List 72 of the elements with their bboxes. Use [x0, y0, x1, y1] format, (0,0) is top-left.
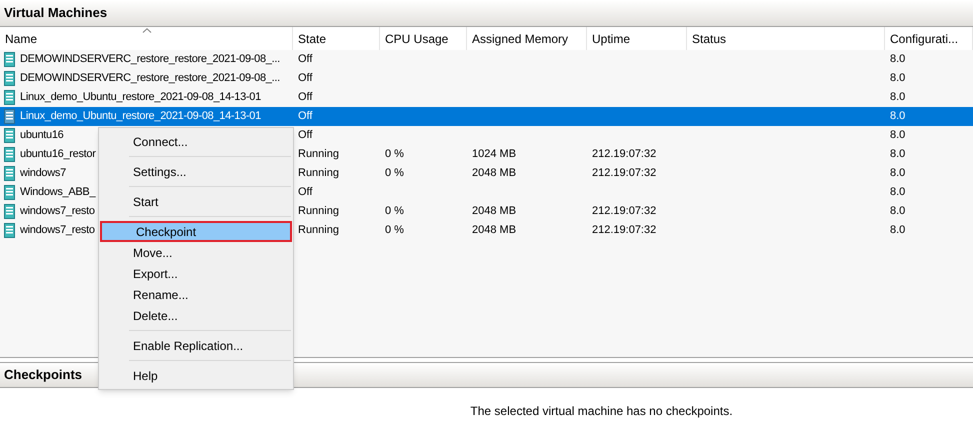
menu-item[interactable]: Rename...: [99, 284, 293, 305]
menu-item[interactable]: Connect...: [99, 131, 293, 152]
server-icon: [4, 223, 15, 238]
empty-message: The selected virtual machine has no checkpoints.: [470, 403, 733, 420]
column-header[interactable]: CPU Usage: [380, 27, 467, 50]
table-cell-text: 2048 MB: [472, 223, 516, 238]
table-cell-text: 8.0: [890, 204, 906, 220]
table-cell-text: Running: [298, 147, 339, 162]
table-cell-text: 1024 MB: [472, 147, 516, 162]
column-header[interactable]: Configurati...: [885, 27, 973, 50]
table-cell-text: 8.0: [890, 128, 906, 144]
table-cell-text: 212.19:07:32: [592, 147, 656, 162]
server-icon: [4, 166, 15, 181]
table-cell-text: windows7_resto: [20, 204, 95, 220]
table-cell-text: Off: [298, 71, 312, 86]
table-cell-text: 0 %: [385, 147, 404, 162]
table-cell-text: 8.0: [890, 147, 906, 162]
server-icon: [4, 71, 15, 86]
column-header[interactable]: Status: [687, 27, 885, 50]
table-cell-text: 0 %: [385, 204, 404, 220]
table-cell-text: Running: [298, 204, 339, 220]
server-icon: [4, 52, 15, 67]
table-cell-text: 8.0: [890, 166, 906, 182]
table-cell-text: 8.0: [890, 109, 906, 124]
table-cell-text: 8.0: [890, 71, 906, 86]
table-cell-text: windows7: [20, 166, 66, 182]
column-header[interactable]: State: [293, 27, 380, 50]
menu-item[interactable]: Help: [99, 365, 293, 386]
server-icon: [4, 147, 15, 162]
table-cell-text: Linux_demo_Ubuntu_restore_2021-09-08_14-13-01: [20, 109, 261, 124]
table-cell-text: Running: [298, 166, 339, 182]
panel-title: Checkpoints: [4, 366, 82, 384]
table-cell-text: 8.0: [890, 185, 906, 200]
table-cell-text: Off: [298, 109, 312, 124]
menu-item[interactable]: Delete...: [99, 305, 293, 326]
panel-title: Virtual Machines: [4, 4, 108, 22]
table-cell-text: 8.0: [890, 90, 906, 106]
table-cell-text: Off: [298, 185, 312, 200]
table-cell-text: windows7_resto: [20, 223, 95, 238]
column-header[interactable]: Name: [0, 27, 293, 50]
menu-item[interactable]: Enable Replication...: [99, 335, 293, 356]
table-cell-text: Windows_ABB_: [20, 185, 96, 200]
server-icon: [4, 185, 15, 200]
table-cell-text: 212.19:07:32: [592, 166, 656, 182]
menu-item[interactable]: Settings...: [99, 161, 293, 182]
server-icon: [4, 109, 15, 124]
server-icon: [4, 90, 15, 105]
table-cell-text: Off: [298, 90, 312, 106]
table-cell-text: DEMOWINDSERVERC_restore_restore_2021-09-08_...: [20, 71, 280, 86]
menu-item[interactable]: Checkpoint: [100, 221, 292, 242]
table-cell-text: Linux_demo_Ubuntu_restore_2021-09-08_14-13-01: [20, 90, 261, 106]
table-cell-text: 0 %: [385, 166, 404, 182]
menu-item[interactable]: Move...: [99, 242, 293, 263]
menu-item[interactable]: Start: [99, 191, 293, 212]
table-cell-text: 0 %: [385, 223, 404, 238]
table-cell-text: 212.19:07:32: [592, 223, 656, 238]
table-cell-text: 8.0: [890, 52, 906, 68]
table-cell-text: 2048 MB: [472, 204, 516, 220]
table-cell-text: DEMOWINDSERVERC_restore_restore_2021-09-08_...: [20, 52, 280, 68]
menu-item[interactable]: Export...: [99, 263, 293, 284]
table-cell-text: Off: [298, 128, 312, 144]
server-icon: [4, 204, 15, 219]
table-cell-text: 212.19:07:32: [592, 204, 656, 220]
table-cell-text: 8.0: [890, 223, 906, 238]
table-cell-text: 2048 MB: [472, 166, 516, 182]
column-header[interactable]: Assigned Memory: [467, 27, 587, 50]
table-cell-text: Off: [298, 52, 312, 68]
table-cell-text: ubuntu16: [20, 128, 64, 144]
table-cell-text: Running: [298, 223, 339, 238]
table-cell-text: ubuntu16_restor: [20, 147, 96, 162]
column-header[interactable]: Uptime: [587, 27, 687, 50]
server-icon: [4, 128, 15, 143]
